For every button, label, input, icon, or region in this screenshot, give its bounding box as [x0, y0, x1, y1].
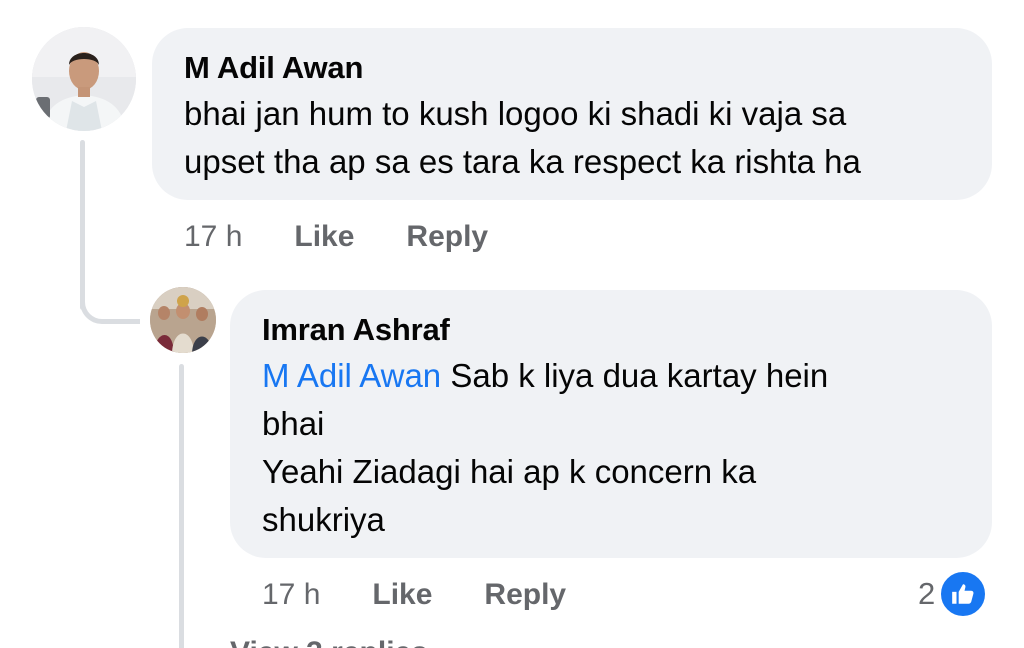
like-button[interactable]: Like	[294, 220, 354, 254]
thumbs-up-icon	[952, 584, 974, 604]
comment-thread: M Adil Awan bhai jan hum to kush logoo k…	[0, 0, 1024, 648]
reply-bubble: Imran Ashraf M Adil Awan Sab k liya dua …	[230, 290, 992, 558]
reaction-count: 2	[918, 576, 936, 611]
reply-thread-line	[179, 364, 184, 648]
comment-author[interactable]: M Adil Awan	[184, 48, 960, 88]
reply-button[interactable]: Reply	[406, 220, 488, 254]
comment-bubble: M Adil Awan bhai jan hum to kush logoo k…	[152, 28, 992, 200]
profile-photo-icon	[150, 287, 216, 353]
comment-actions: 17 h Like Reply	[184, 217, 488, 257]
comment-timestamp[interactable]: 17 h	[184, 220, 242, 254]
like-reaction-icon	[939, 570, 988, 618]
reply-actions: 17 h Like Reply	[262, 575, 566, 615]
reply-author[interactable]: Imran Ashraf	[262, 310, 960, 350]
profile-photo-icon	[32, 27, 136, 131]
avatar-imran-ashraf[interactable]	[150, 287, 216, 353]
view-more-replies-link[interactable]: View 3 replies	[230, 636, 428, 648]
avatar-m-adil-awan[interactable]	[32, 27, 136, 131]
reply-button[interactable]: Reply	[484, 578, 566, 612]
comment-text: bhai jan hum to kush logoo ki shadi ki v…	[184, 95, 861, 180]
reply-timestamp[interactable]: 17 h	[262, 578, 320, 612]
thread-connector-elbow	[80, 262, 140, 324]
reply-text-block: M Adil Awan Sab k liya dua kartay hein b…	[262, 352, 960, 544]
reaction-summary[interactable]: 2	[918, 570, 988, 618]
like-button[interactable]: Like	[372, 578, 432, 612]
mention-link[interactable]: M Adil Awan	[262, 357, 441, 394]
